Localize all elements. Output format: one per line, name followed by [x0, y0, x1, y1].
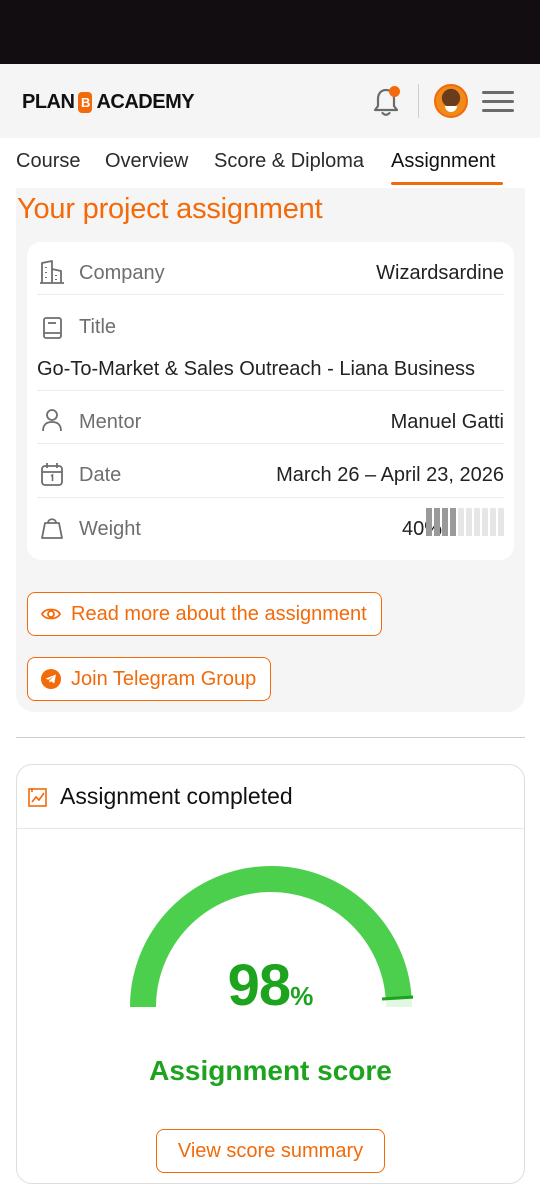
- join-telegram-label: Join Telegram Group: [71, 667, 257, 690]
- join-telegram-button[interactable]: Join Telegram Group: [27, 657, 272, 701]
- title-value: Go-To-Market & Sales Outreach - Liana Bu…: [37, 358, 475, 380]
- status-bar: [0, 0, 540, 64]
- weight-bar-segment: [490, 508, 496, 536]
- read-more-button[interactable]: Read more about the assignment: [27, 592, 382, 636]
- view-score-summary-button[interactable]: View score summary: [156, 1129, 385, 1173]
- date-label: Date: [79, 464, 122, 486]
- date-row: Date March 26 – April 23, 2026: [37, 444, 504, 498]
- score-value: 98: [227, 953, 292, 1018]
- eye-icon: [41, 608, 61, 620]
- company-value: Wizardsardine: [376, 262, 504, 284]
- course-tabs: Course Overview Score & Diploma Assignme…: [0, 138, 540, 186]
- weight-bar-segment: [434, 508, 440, 536]
- weight-bar-segment: [482, 508, 488, 536]
- weight-bar-segment: [498, 508, 504, 536]
- logo-text-left: PLAN: [22, 90, 75, 113]
- active-tab-indicator: [391, 182, 503, 185]
- tab-course[interactable]: Course: [16, 150, 80, 173]
- score-display: 98%: [17, 952, 524, 1019]
- topbar-divider: [418, 84, 419, 118]
- weight-label: Weight: [79, 518, 141, 540]
- calendar-icon: [41, 463, 63, 486]
- chart-icon: [28, 788, 47, 807]
- notification-dot: [389, 86, 400, 97]
- weight-bar-segment: [466, 508, 472, 536]
- assignment-heading: Your project assignment: [17, 193, 323, 225]
- weight-icon: [41, 518, 63, 539]
- weight-level-bars: [426, 508, 504, 536]
- book-icon: [43, 317, 62, 339]
- person-icon: [42, 409, 62, 432]
- weight-bar-segment: [450, 508, 456, 536]
- tab-assignment[interactable]: Assignment: [391, 150, 496, 173]
- assignment-result-card: Assignment completed 98% Assignment scor…: [16, 764, 525, 1184]
- weight-row: Weight 40%: [37, 498, 504, 552]
- company-label: Company: [79, 262, 165, 284]
- weight-bar-segment: [474, 508, 480, 536]
- section-divider: [16, 737, 525, 738]
- read-more-label: Read more about the assignment: [71, 602, 367, 625]
- tab-overview[interactable]: Overview: [105, 150, 188, 173]
- date-value: March 26 – April 23, 2026: [276, 464, 504, 486]
- company-row: Company Wizardsardine: [37, 242, 504, 295]
- logo-text-right: ACADEMY: [96, 90, 195, 113]
- weight-bar-segment: [426, 508, 432, 536]
- assignment-status: Assignment completed: [60, 783, 293, 809]
- top-app-bar: PLAN B ACADEMY: [0, 64, 540, 138]
- hamburger-menu-icon[interactable]: [482, 91, 514, 112]
- plan-b-academy-logo[interactable]: PLAN B ACADEMY: [22, 89, 195, 115]
- logo-badge: B: [78, 91, 93, 113]
- mentor-label: Mentor: [79, 411, 142, 433]
- avatar[interactable]: [434, 84, 468, 118]
- weight-bar-segment: [458, 508, 464, 536]
- score-unit: %: [290, 981, 314, 1011]
- result-header: Assignment completed: [17, 765, 524, 829]
- assignment-details: Company Wizardsardine Title Go-To-Market…: [27, 242, 514, 560]
- tab-score-diploma[interactable]: Score & Diploma: [214, 150, 364, 173]
- title-row: Title Go-To-Market & Sales Outreach - Li…: [37, 295, 504, 391]
- mentor-row: Mentor Manuel Gatti: [37, 391, 504, 444]
- mentor-value: Manuel Gatti: [390, 411, 504, 433]
- telegram-icon: [41, 669, 61, 689]
- title-label: Title: [79, 316, 117, 338]
- score-label: Assignment score: [149, 1055, 392, 1086]
- weight-bar-segment: [442, 508, 448, 536]
- building-icon: [40, 260, 64, 284]
